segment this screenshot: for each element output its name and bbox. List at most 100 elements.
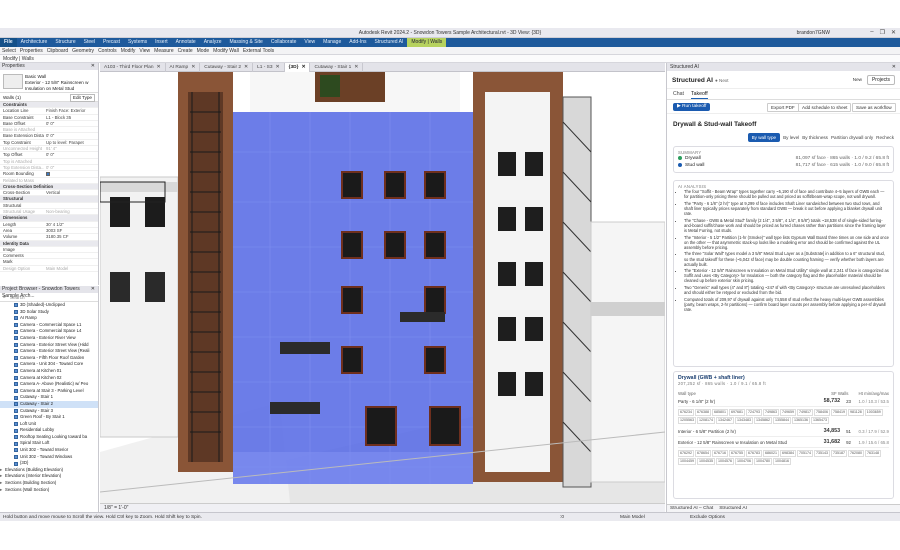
view-tab[interactable]: AI Ramp ✕ [166, 62, 201, 72]
browser-view-item[interactable]: Camera - Exterior Street View (Hidd [0, 342, 98, 349]
property-value[interactable]: Finish Face: Exterior [44, 108, 98, 113]
property-value[interactable] [44, 178, 98, 183]
view-tab[interactable]: Cutaway - Stair 2 ✕ [200, 62, 254, 72]
property-value[interactable]: 0' 0" [44, 133, 98, 138]
close-icon[interactable]: ✕ [91, 286, 95, 293]
element-id-chip[interactable]: 1345862 [754, 417, 772, 424]
element-id-chip[interactable]: 1343483 [735, 417, 753, 424]
close-icon[interactable]: ✕ [301, 63, 305, 72]
browser-tree-node[interactable]: ▸ Sections (Wall Section) [0, 487, 98, 494]
element-id-chip[interactable]: 676234 [678, 409, 694, 416]
element-id-chip[interactable]: 678654 [695, 450, 711, 457]
ribbon-panel-label[interactable]: Measure [152, 47, 175, 55]
element-id-chip[interactable]: 676388 [695, 409, 711, 416]
close-icon[interactable]: ✕ [354, 63, 358, 72]
element-id-chip[interactable]: 749863 [763, 409, 779, 416]
add-schedule-button[interactable]: Add schedule to sheet [798, 103, 852, 112]
browser-view-item[interactable]: {3D} [0, 460, 98, 467]
partition-only-toggle[interactable]: Partition drywall only [831, 135, 873, 140]
maximize-icon[interactable]: ❐ [880, 29, 885, 36]
close-icon[interactable]: ✕ [191, 63, 195, 72]
view-scale[interactable]: 1/8" = 1'-0" [100, 505, 128, 511]
element-id-chip[interactable]: 685801 [712, 409, 728, 416]
element-id-chip[interactable]: 763148 [865, 450, 881, 457]
ribbon-panel-label[interactable]: Create [176, 47, 195, 55]
ribbon-tab[interactable]: View [300, 38, 319, 47]
3d-viewport[interactable] [100, 72, 665, 503]
property-value[interactable]: 0' 0" [44, 121, 98, 126]
ribbon-panel-label[interactable]: Select [0, 47, 18, 55]
browser-view-item[interactable]: Loft Unit [0, 421, 98, 428]
element-id-chip[interactable]: 1004459 [678, 458, 696, 465]
type-selector[interactable]: Basic Wall Exterior - 12 5/8" Rainscreen… [0, 70, 98, 93]
browser-view-item[interactable]: Camera at Stair 3 - Parking Level [0, 388, 98, 395]
browser-tree-node[interactable]: ▸ Elevations (Interior Elevation) [0, 473, 98, 480]
view-tab[interactable]: L1 - S3 ✕ [253, 62, 285, 72]
property-value[interactable] [44, 253, 98, 258]
element-id-chip[interactable]: 981128 [848, 409, 864, 416]
browser-view-item[interactable]: Camera - Exterior River View [0, 335, 98, 342]
close-icon[interactable]: ✕ [157, 63, 161, 72]
property-value[interactable]: Vertical [44, 190, 98, 195]
property-value[interactable] [44, 127, 98, 132]
close-icon[interactable]: ✕ [244, 63, 248, 72]
element-id-chip[interactable]: 758419 [831, 409, 847, 416]
close-icon[interactable]: ✕ [891, 29, 896, 36]
ribbon-panel-label[interactable]: Controls [96, 47, 119, 55]
element-id-chip[interactable]: 1004816 [773, 458, 791, 465]
element-id-chip[interactable]: 724793 [746, 409, 762, 416]
property-value[interactable]: 0' 0" [44, 165, 98, 170]
browser-tree-node[interactable]: ▸ Elevations (Building Elevation) [0, 467, 98, 474]
element-id-chip[interactable]: 1355844 [773, 417, 791, 424]
browser-view-item[interactable]: Camera at Kitchen 02 [0, 375, 98, 382]
element-id-chip[interactable]: 686021 [763, 450, 779, 457]
ribbon-panel-label[interactable]: View [137, 47, 152, 55]
property-value[interactable]: Non-bearing [44, 209, 98, 214]
view-tab[interactable]: A103 - Third Floor Plan ✕ [100, 62, 166, 72]
instance-filter-select[interactable]: Walls (1) [3, 95, 21, 100]
view-tab[interactable]: {3D} ✕ [284, 62, 311, 72]
property-value[interactable]: 91' 4" [44, 146, 98, 151]
property-value[interactable] [44, 203, 98, 208]
browser-view-item[interactable]: Camera A- Above (Realistic) w/ Peo [0, 381, 98, 388]
export-pdf-button[interactable]: Export PDF [767, 103, 799, 112]
property-value[interactable]: 3180.35 CF [44, 234, 98, 239]
element-id-chip[interactable]: 1004535 [697, 458, 715, 465]
browser-view-item[interactable]: Cutaway - Stair 2 [0, 400, 98, 408]
browser-view-item[interactable]: Cutaway - Stair 3 [0, 408, 98, 415]
element-id-chip[interactable]: 1003659 [864, 409, 883, 416]
browser-view-item[interactable]: Green Roof - By Stair 1 [0, 414, 98, 421]
ribbon-panel-label[interactable]: Geometry [70, 47, 96, 55]
browser-view-item[interactable]: Unit 302 - Toward Windows [0, 454, 98, 461]
element-id-chip[interactable]: 1365473 [811, 417, 829, 424]
group-by-thickness[interactable]: By thickness [802, 135, 828, 140]
ribbon-panel-label[interactable]: Mode [195, 47, 212, 55]
property-value[interactable]: 30' 4 1/2" [44, 222, 98, 227]
checkbox[interactable] [46, 172, 50, 177]
browser-tree-node[interactable]: ▸ Sections (Building Section) [0, 480, 98, 487]
recheck-toggle[interactable]: Recheck [876, 135, 894, 140]
ribbon-tab[interactable]: Structured AI [370, 38, 407, 47]
browser-view-item[interactable]: Camera - Exterior Street View (Reali [0, 348, 98, 355]
minimize-icon[interactable]: – [870, 29, 873, 36]
close-icon[interactable]: ✕ [892, 63, 896, 71]
browser-search[interactable]: ⌕ Search [0, 293, 98, 302]
close-icon[interactable]: ✕ [91, 63, 95, 70]
ribbon-panel-label[interactable]: Clipboard [45, 47, 70, 55]
element-id-chip[interactable]: 676783 [746, 450, 762, 457]
property-value[interactable] [44, 159, 98, 164]
ribbon-tab[interactable]: Manage [319, 38, 345, 47]
new-button[interactable]: New [853, 77, 862, 82]
user-account[interactable]: brandon7GNW [797, 30, 830, 36]
edit-type-button[interactable]: Edit Type [69, 94, 95, 102]
table-row[interactable]: Party - 6 1/8" (2 hr) 58,732 23 1.0 / 10.3 … [678, 396, 889, 407]
bottom-tab-structured-ai[interactable]: Structured AI [719, 505, 747, 512]
ribbon-tab[interactable]: Add-Ins [345, 38, 370, 47]
property-value[interactable] [44, 259, 98, 264]
projects-button[interactable]: Projects [866, 75, 895, 85]
table-row[interactable]: Exterior - 12 5/8" Rainscreen w Insulati… [678, 437, 889, 448]
property-value[interactable]: 3003 SF [44, 228, 98, 233]
element-id-chip[interactable]: 749659 [780, 409, 796, 416]
browser-view-item[interactable]: Rooftop Seating Looking toward ba [0, 434, 98, 441]
browser-view-item[interactable]: Camera - Commercial Space L1 [0, 322, 98, 329]
